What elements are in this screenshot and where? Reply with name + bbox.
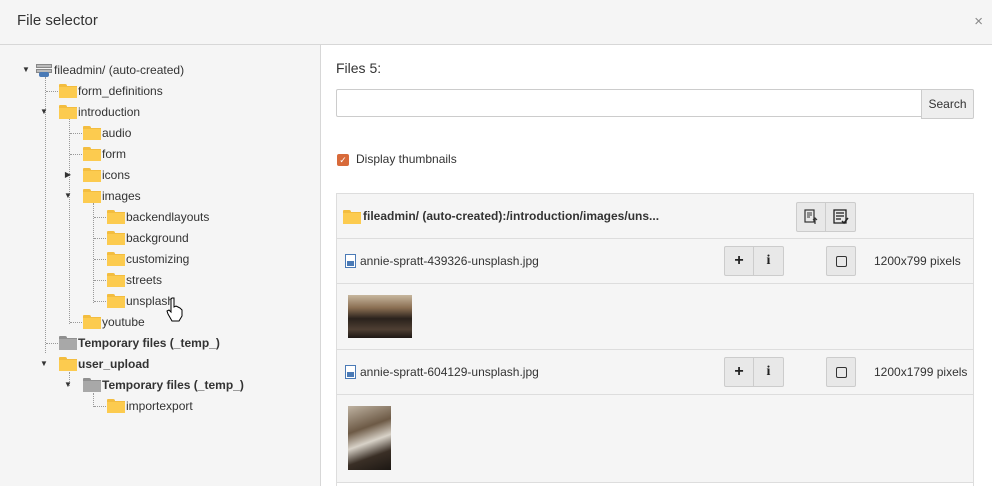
expand-icon[interactable]: ▶: [64, 165, 72, 185]
thumbnail-image[interactable]: [348, 406, 391, 470]
modal-title: File selector: [17, 12, 98, 29]
tree-item-youtube[interactable]: youtube: [0, 312, 320, 332]
tree-item-label: audio: [102, 126, 132, 140]
tree-item-label: icons: [102, 168, 131, 182]
tree-item-form-definitions[interactable]: form_definitions: [0, 81, 320, 101]
tree-item-label: background: [126, 231, 189, 245]
add-file-button[interactable]: +: [724, 357, 754, 387]
tree-item-streets[interactable]: streets: [0, 270, 320, 290]
tree-item-unsplash[interactable]: unsplash: [0, 291, 320, 311]
list-check-icon: [832, 209, 849, 225]
tree-item-label: user_upload: [78, 357, 150, 371]
tree-item-temporary-files[interactable]: Temporary files (_temp_): [0, 333, 320, 353]
display-thumbnails-checkbox[interactable]: ✓: [337, 154, 349, 166]
tree-item-background[interactable]: background: [0, 228, 320, 248]
display-thumbnails-label: Display thumbnails: [356, 152, 457, 166]
tree-item-backendlayouts[interactable]: backendlayouts: [0, 207, 320, 227]
image-dimensions: 1200x799 pixels: [874, 254, 961, 268]
tree-item-label: streets: [126, 273, 163, 287]
upload-icon: [804, 209, 818, 224]
collapse-icon[interactable]: ▼: [40, 102, 48, 122]
tree-item-label: importexport: [126, 399, 193, 413]
tree-item-label: images: [102, 189, 141, 203]
modal-header: File selector ×: [0, 0, 992, 45]
collapse-icon[interactable]: ▼: [22, 60, 30, 80]
tree-item-audio[interactable]: audio: [0, 123, 320, 143]
select-file-checkbox[interactable]: [826, 357, 856, 387]
tree-item-importexport[interactable]: importexport: [0, 396, 320, 416]
tree-item-temporary-files-upload[interactable]: ▼ Temporary files (_temp_): [0, 375, 320, 395]
image-file-icon: [345, 254, 356, 268]
file-name[interactable]: annie-spratt-439326-unsplash.jpg: [360, 254, 539, 268]
tree-item-label: customizing: [126, 252, 190, 266]
thumbnail-row: [337, 284, 973, 350]
tree-item-customizing[interactable]: customizing: [0, 249, 320, 269]
file-list-panel: Files 5: Search ✓ Display thumbnails fil…: [321, 45, 992, 486]
tree-item-label: fileadmin/ (auto-created): [54, 63, 185, 77]
select-file-checkbox[interactable]: [826, 246, 856, 276]
tree-item-icons[interactable]: ▶ icons: [0, 165, 320, 185]
file-table: fileadmin/ (auto-created):/introduction/…: [336, 193, 974, 486]
collapse-icon[interactable]: ▼: [40, 354, 48, 374]
image-file-icon: [345, 365, 356, 379]
tree-item-introduction[interactable]: ▼ introduction: [0, 102, 320, 122]
tree-item-fileadmin[interactable]: ▼ fileadmin/ (auto-created): [0, 60, 320, 80]
search-button[interactable]: Search: [921, 89, 974, 119]
path-row: fileadmin/ (auto-created):/introduction/…: [337, 194, 973, 239]
upload-files-button[interactable]: [796, 202, 826, 232]
collapse-icon[interactable]: ▼: [64, 186, 72, 206]
tree-item-label: introduction: [78, 105, 141, 119]
tree-item-label: Temporary files (_temp_): [78, 336, 220, 350]
folder-tree-panel: ▼ fileadmin/ (auto-created) form_definit…: [0, 45, 321, 486]
add-file-button[interactable]: +: [724, 246, 754, 276]
file-row[interactable]: annie-spratt-604129-unsplash.jpg + i 120…: [337, 350, 973, 395]
image-dimensions: 1200x1799 pixels: [874, 365, 968, 379]
collapse-icon[interactable]: ▼: [64, 375, 72, 395]
search-input[interactable]: [336, 89, 922, 117]
file-info-button[interactable]: i: [754, 246, 784, 276]
current-path: fileadmin/ (auto-created):/introduction/…: [363, 209, 660, 223]
file-name[interactable]: annie-spratt-604129-unsplash.jpg: [360, 365, 539, 379]
file-info-button[interactable]: i: [754, 357, 784, 387]
file-row[interactable]: annie-spratt-439326-unsplash.jpg + i 120…: [337, 239, 973, 284]
tree-item-images[interactable]: ▼ images: [0, 186, 320, 206]
files-count-label: Files 5:: [336, 60, 382, 76]
tree-item-label: backendlayouts: [126, 210, 210, 224]
tree-item-label: youtube: [102, 315, 145, 329]
hand-cursor-icon: [166, 297, 183, 322]
tree-item-label: form_definitions: [78, 84, 163, 98]
tree-item-label: form: [102, 147, 126, 161]
thumbnail-row: [337, 395, 973, 483]
tree-item-user-upload[interactable]: ▼ user_upload: [0, 354, 320, 374]
thumbnail-image[interactable]: [348, 295, 412, 338]
close-icon[interactable]: ×: [974, 13, 983, 30]
tree-item-label: Temporary files (_temp_): [102, 378, 244, 392]
tree-item-form[interactable]: form: [0, 144, 320, 164]
import-selection-button[interactable]: [826, 202, 856, 232]
